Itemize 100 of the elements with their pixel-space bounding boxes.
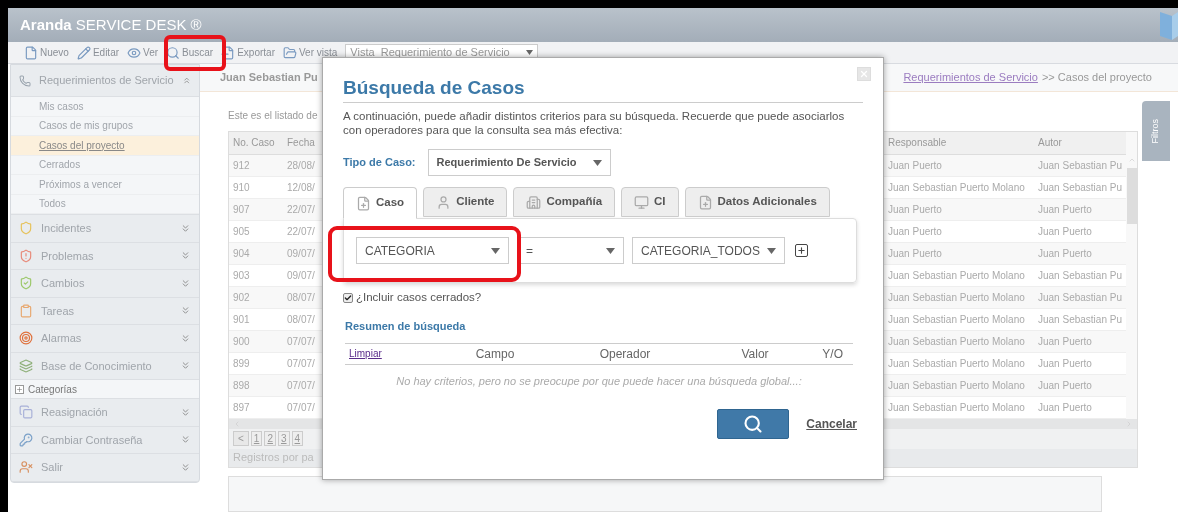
search-button[interactable] [717,409,790,440]
dropdown-arrow-icon [525,50,533,55]
table-cell: 905 [229,220,283,242]
value-select[interactable]: CATEGORIA_TODOS [632,237,785,264]
user-icon [19,460,33,475]
sidebar-section[interactable]: Tareas [11,297,199,325]
column-header[interactable]: Autor [1034,132,1126,154]
criteria-tab[interactable]: Compañía [513,187,616,217]
plus-icon [797,246,806,255]
clear-link[interactable]: Limpiar [345,346,435,362]
page-link[interactable]: 4 [291,431,304,446]
search-icon [743,414,764,435]
table-cell: Juan Puerto [1034,396,1126,418]
table-cell: Juan Sebastian Puerto Molano [884,286,1034,308]
sidebar-item[interactable]: Casos del proyecto [11,136,199,156]
table-cell: 904 [229,242,283,264]
case-type-select[interactable]: Requerimiento De Servicio [427,149,611,176]
breadcrumb-link[interactable]: Requerimientos de Servicio [903,69,1038,86]
table-cell: 901 [229,308,283,330]
include-closed-checkbox[interactable] [343,292,353,303]
table-cell: Juan Sebastian Puerto Molano [884,308,1034,330]
dropdown-arrow-icon [592,159,602,166]
table-cell: Juan Sebastian Puerto Molano [884,264,1034,286]
scroll-up-icon[interactable] [1127,156,1136,164]
criteria-tab[interactable]: Cliente [423,187,508,217]
scroll-right-icon[interactable] [1125,419,1133,428]
table-cell: 902 [229,286,283,308]
page-link[interactable]: 2 [264,431,276,446]
field-select[interactable]: CATEGORIA [356,237,509,264]
table-cell: 28/08/ [283,154,333,176]
page-link[interactable]: 3 [277,431,290,446]
target-icon [19,331,33,346]
table-cell: Juan Puerto [884,220,1034,242]
sidebar-item[interactable]: Cerrados [11,155,199,175]
criteria-tab[interactable]: Datos Adicionales [684,187,830,217]
document-plus-icon [356,195,371,211]
table-cell: 907 [229,198,283,220]
app-logo: Aranda SERVICE DESK ® [20,14,202,35]
scroll-left-icon[interactable] [233,419,241,428]
sidebar-section[interactable]: Cambiar Contraseña [11,426,199,454]
monitor-icon [634,194,650,210]
pager-prev[interactable]: < [233,431,249,446]
criteria-tab[interactable]: Caso [343,187,418,219]
page-link[interactable]: 1 [250,431,263,446]
table-cell: Juan Sebastian Pu [1034,176,1126,198]
search-icon [166,45,181,60]
table-cell: Juan Sebastian Puerto Molano [884,396,1034,418]
table-cell: 903 [229,264,283,286]
folder-icon [282,45,297,60]
add-criterion-button[interactable] [795,244,808,257]
sidebar-section[interactable]: Cambios [11,270,199,298]
table-cell: Juan Puerto [1034,242,1126,264]
vertical-scrollbar[interactable] [1126,132,1137,419]
summary-column-header: Valor [740,345,770,363]
table-cell: 09/07/ [283,264,333,286]
stack-icon [19,358,33,373]
sidebar-item[interactable]: Próximos a vencer [11,175,199,195]
toolbar-button[interactable]: Ver vista [282,45,338,60]
table-cell: 12/08/ [283,176,333,198]
sidebar-item[interactable]: Mis casos [11,97,199,117]
toolbar-button[interactable]: Buscar [166,45,214,60]
sidebar-section[interactable]: Incidentes [11,215,199,243]
filters-tab[interactable]: Filtros [1142,101,1170,161]
table-cell: 08/07/ [283,286,333,308]
summary-column-header: Campo [474,345,516,363]
table-cell: 897 [229,396,283,418]
toolbar-button[interactable]: Ver [127,45,159,60]
column-header[interactable]: No. Caso [229,132,283,154]
sidebar-section[interactable]: Problemas [11,242,199,270]
toolbar-button[interactable]: Nuevo [24,45,69,60]
table-cell: Juan Puerto [1034,374,1126,396]
table-cell: 07/07/ [283,396,333,418]
cancel-link[interactable]: Cancelar [806,415,857,434]
table-cell: Juan Sebastian Pu [1034,308,1126,330]
copy-icon [19,405,33,420]
sidebar-section[interactable]: Alarmas [11,325,199,353]
toolbar-button[interactable]: Exportar [221,45,275,60]
close-button[interactable] [857,67,871,81]
table-cell: 07/07/ [283,352,333,374]
tree-item[interactable]: Categorías [11,380,199,399]
clipboard-icon [19,303,33,318]
table-cell: Juan Sebastian Pu [1034,154,1126,176]
sidebar-section[interactable]: Salir [11,454,199,482]
sidebar-item[interactable]: Todos [11,194,199,214]
scroll-thumb[interactable] [1126,168,1137,224]
pencil-icon [76,45,91,60]
criteria-tab[interactable]: CI [621,187,679,217]
column-header[interactable]: Responsable [884,132,1034,154]
table-cell: Juan Puerto [1034,220,1126,242]
summary-column-header: Operador [598,345,652,363]
toolbar-button[interactable]: Editar [76,45,120,60]
phone-icon [19,73,32,88]
table-cell: Juan Sebastian Puerto Molano [884,352,1034,374]
key-icon [19,432,33,447]
table-cell: Juan Puerto [884,154,1034,176]
table-cell: Juan Puerto [884,198,1034,220]
person-icon [436,194,452,210]
table-cell: Juan Sebastian Puerto Molano [884,330,1034,352]
sidebar-section[interactable]: Reasignación [11,399,199,427]
building-icon [526,194,542,210]
